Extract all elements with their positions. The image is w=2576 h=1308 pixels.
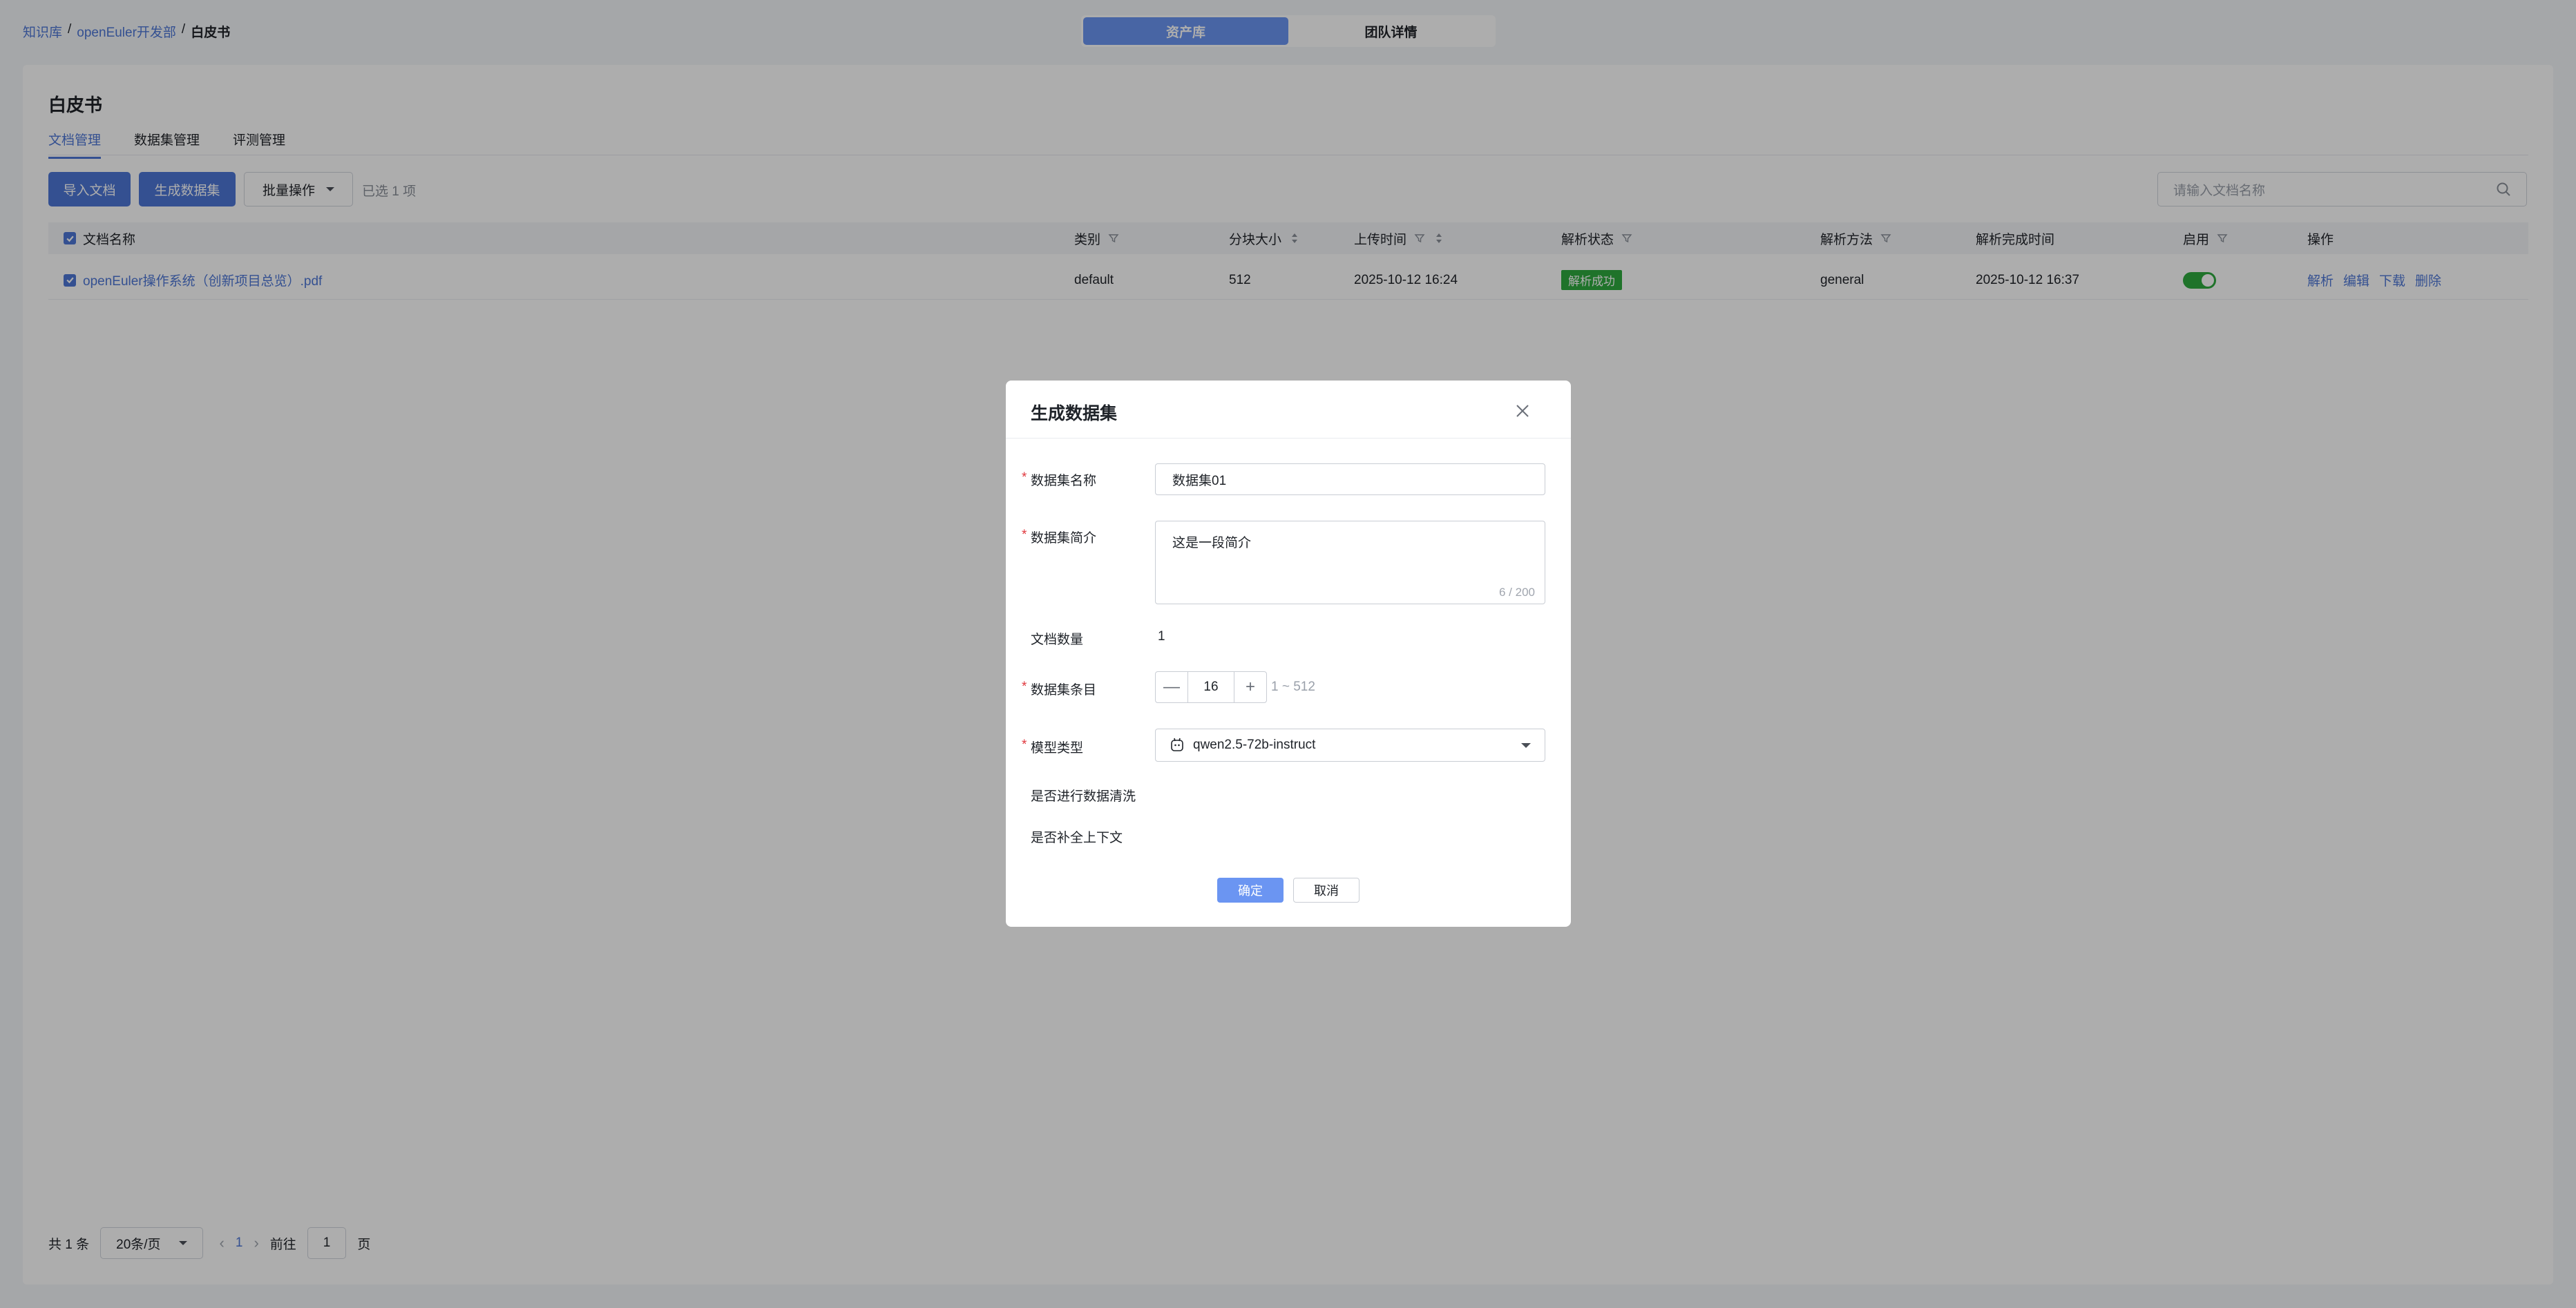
confirm-button[interactable]: 确定 — [1217, 878, 1284, 903]
model-type-value: qwen2.5-72b-instruct — [1193, 738, 1316, 752]
dataset-items-label-text: 数据集条目 — [1031, 683, 1097, 698]
model-icon — [1171, 738, 1183, 751]
doc-count-label: 文档数量 — [1031, 633, 1084, 647]
generate-dataset-dialog: 生成数据集 * 数据集名称 数据集01 * 数据集简介 这是一段简介 6 / 2… — [1006, 381, 1571, 927]
cancel-button[interactable]: 取消 — [1293, 878, 1359, 903]
dataset-desc-label-text: 数据集简介 — [1031, 531, 1097, 546]
dataset-name-input[interactable]: 数据集01 — [1155, 463, 1545, 495]
dataset-desc-value: 这是一段简介 — [1172, 536, 1252, 550]
dataset-name-label: * 数据集名称 — [1022, 470, 1097, 489]
char-count: 6 / 200 — [1499, 586, 1535, 599]
dataset-items-stepper: — 16 + — [1155, 671, 1267, 703]
required-mark: * — [1022, 738, 1027, 752]
data-clean-label: 是否进行数据清洗 — [1031, 789, 1136, 804]
dataset-desc-label: * 数据集简介 — [1022, 528, 1097, 546]
decrement-button[interactable]: — — [1156, 672, 1187, 702]
required-mark: * — [1022, 680, 1027, 694]
close-icon[interactable] — [1513, 401, 1532, 421]
model-type-select[interactable]: qwen2.5-72b-instruct — [1155, 729, 1545, 762]
dataset-name-label-text: 数据集名称 — [1031, 474, 1097, 488]
dialog-title: 生成数据集 — [1031, 404, 1118, 423]
increment-button[interactable]: + — [1234, 672, 1266, 702]
doc-count-value: 1 — [1158, 629, 1165, 644]
dataset-items-label: * 数据集条目 — [1022, 680, 1097, 698]
model-type-label-text: 模型类型 — [1031, 741, 1084, 756]
dataset-desc-textarea[interactable]: 这是一段简介 6 / 200 — [1155, 521, 1545, 604]
dataset-name-value: 数据集01 — [1172, 473, 1227, 488]
dataset-items-range: 1 ~ 512 — [1271, 680, 1315, 694]
context-complete-label: 是否补全上下文 — [1031, 831, 1123, 845]
chevron-down-icon — [1521, 742, 1531, 748]
required-mark: * — [1022, 470, 1027, 485]
dialog-divider — [1006, 438, 1571, 439]
required-mark: * — [1022, 528, 1027, 542]
dataset-items-value[interactable]: 16 — [1187, 672, 1234, 702]
model-type-label: * 模型类型 — [1022, 738, 1084, 756]
